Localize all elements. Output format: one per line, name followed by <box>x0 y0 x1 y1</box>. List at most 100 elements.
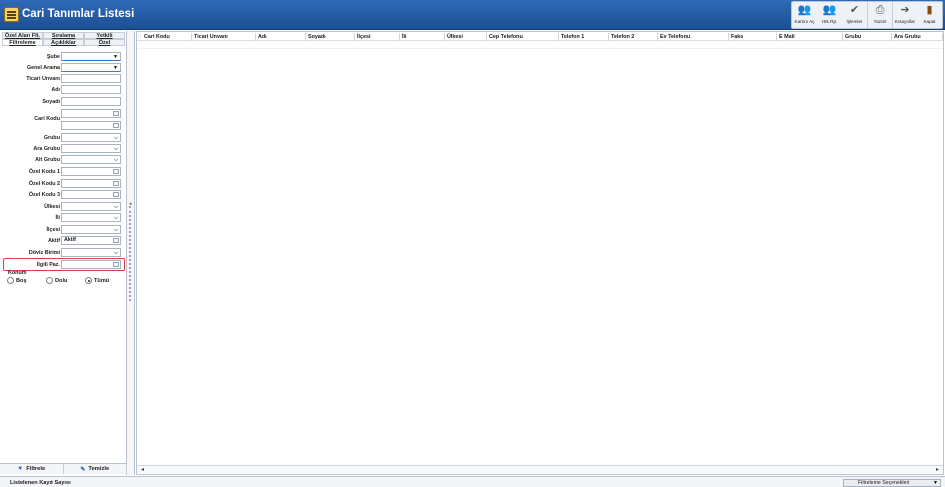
tab-siralama[interactable]: Sıralama <box>43 32 84 39</box>
column-header[interactable]: Faks <box>729 33 777 41</box>
radio-bos[interactable]: Boş <box>7 277 27 284</box>
grid-header: Cari Kodu Ticari Unvanı Adı Soyadı İlçes… <box>137 33 943 41</box>
filter-row-genel-arama: Genel Arama ▼ <box>0 63 127 73</box>
radio-tumu[interactable]: Tümü <box>85 277 109 284</box>
ticari-unvani-input[interactable] <box>61 74 121 83</box>
hrk-rp-label: Hrk.Rp. <box>821 19 838 24</box>
tab-aciklamalar[interactable]: Açıklıklar <box>43 39 84 46</box>
panel-splitter[interactable]: ◂ <box>127 31 135 475</box>
record-count-label: Listelenen Kayıt Sayısı <box>10 480 71 486</box>
tab-filtreleme[interactable]: Filtreleme <box>2 39 43 46</box>
filter-options-dropdown[interactable]: Filtreleme Seçenekleri ▼ <box>843 479 941 487</box>
column-header[interactable]: Adı <box>256 33 306 41</box>
ozel-kodu-3-label: Özel Kodu 3 <box>28 192 60 198</box>
ellipsis-icon[interactable] <box>113 181 119 186</box>
column-header[interactable]: Cep Telefonu <box>487 33 559 41</box>
doviz-birimi-select[interactable]: ⌵ <box>61 248 121 257</box>
cari-kodu-end-input[interactable] <box>61 121 121 130</box>
column-header[interactable]: İli <box>400 33 445 41</box>
funnel-icon: ▼ <box>17 466 24 472</box>
column-header[interactable]: Ülkesi <box>445 33 487 41</box>
ozel-kodu-1-input[interactable] <box>61 167 121 176</box>
hrk-rp-button[interactable]: 👥 Hrk.Rp. <box>817 2 842 28</box>
filter-row-aktif: Aktif Aktif <box>0 236 127 246</box>
grid-filter-row[interactable] <box>137 41 943 49</box>
islemler-button[interactable]: ✔ İşlemler <box>842 2 867 28</box>
filter-panel: Özel Alan Flt. Sıralama Yetkili Filtrele… <box>0 31 127 475</box>
ozel-kodu-2-label: Özel Kodu 2 <box>28 181 60 187</box>
chevron-down-icon: ⌵ <box>114 227 118 233</box>
ozel-kodu-3-input[interactable] <box>61 190 121 199</box>
column-header[interactable]: Telefon 2 <box>609 33 658 41</box>
dropdown-arrow-icon: ▼ <box>113 65 118 71</box>
scroll-left-icon[interactable]: ◂ <box>141 466 144 474</box>
ulkesi-select[interactable]: ⌵ <box>61 202 121 211</box>
ellipsis-icon[interactable] <box>113 192 119 197</box>
column-header[interactable]: Grubu <box>843 33 892 41</box>
column-header[interactable]: E Mail <box>777 33 843 41</box>
kisayollar-label: Kısayollar <box>894 19 916 24</box>
doviz-birimi-label: Döviz Birimi <box>28 250 60 256</box>
column-header[interactable]: Ev Telefonu <box>658 33 729 41</box>
radio-tumu-label: Tümü <box>94 277 110 284</box>
ellipsis-icon[interactable] <box>113 238 119 243</box>
chevron-down-icon: ⌵ <box>114 146 118 152</box>
tab-ozel-alan-flt[interactable]: Özel Alan Flt. <box>2 32 43 39</box>
radio-dolu[interactable]: Dolu <box>46 277 67 284</box>
aktif-select[interactable]: Aktif <box>61 236 121 245</box>
ilgili-paz-label: İlgili Paz. <box>36 262 60 268</box>
dropdown-arrow-icon: ▼ <box>113 54 118 60</box>
filter-row-soyadi: Soyadı <box>0 97 127 107</box>
soyadi-input[interactable] <box>61 97 121 106</box>
filter-row-ilgili-paz: İlgili Paz. <box>0 260 127 270</box>
genel-arama-select[interactable]: ▼ <box>61 63 121 72</box>
adi-input[interactable] <box>61 85 121 94</box>
tab-yetkili[interactable]: Yetkili <box>84 32 125 39</box>
aktif-value: Aktif <box>64 237 76 243</box>
horizontal-scrollbar[interactable]: ◂ ▸ <box>137 465 943 473</box>
grubu-label: Grubu <box>43 135 60 141</box>
ili-select[interactable]: ⌵ <box>61 213 121 222</box>
ilgili-paz-input[interactable] <box>61 260 121 269</box>
temizle-button[interactable]: ✎ Temizle <box>63 464 127 474</box>
ozel-kodu-2-input[interactable] <box>61 179 121 188</box>
door-icon: ▮ <box>926 4 933 16</box>
filter-row-sube: Şube ▼ <box>0 52 127 62</box>
dropdown-arrow-icon: ▼ <box>933 480 938 486</box>
filtrele-button[interactable]: ▼ Filtrele <box>0 464 64 474</box>
ozel-kodu-1-label: Özel Kodu 1 <box>28 169 60 175</box>
ellipsis-icon[interactable] <box>113 169 119 174</box>
ellipsis-icon[interactable] <box>113 123 119 128</box>
column-header[interactable]: Soyadı <box>306 33 355 41</box>
column-header[interactable]: Telefon 1 <box>559 33 609 41</box>
kartini-ac-button[interactable]: 👥 Kartını Aç <box>792 2 817 28</box>
ellipsis-icon[interactable] <box>113 262 119 267</box>
temizle-label: Temizle <box>88 466 110 472</box>
ilcesi-label: İlçesi <box>46 227 61 233</box>
aktif-label: Aktif <box>48 238 60 244</box>
report-icon: 👥 <box>822 4 837 16</box>
ili-label: İli <box>55 215 61 221</box>
column-header[interactable]: İlçesi <box>355 33 400 41</box>
scroll-right-icon[interactable]: ▸ <box>936 466 939 474</box>
grubu-select[interactable]: ⌵ <box>61 133 121 142</box>
tab-row-top: Özel Alan Flt. Sıralama Yetkili <box>2 32 125 39</box>
ilcesi-select[interactable]: ⌵ <box>61 225 121 234</box>
column-header[interactable]: Ticari Unvanı <box>192 33 256 41</box>
yazdir-button[interactable]: ⎙ Yazdır <box>867 2 892 28</box>
column-header[interactable]: Cari Kodu <box>142 33 192 41</box>
alt-grubu-select[interactable]: ⌵ <box>61 155 121 164</box>
adi-label: Adı <box>51 87 60 93</box>
tab-ozel[interactable]: Özel <box>84 39 125 46</box>
sube-select[interactable]: ▼ <box>61 52 121 61</box>
shortcut-icon: ➔ <box>900 4 910 16</box>
ara-grubu-select[interactable]: ⌵ <box>61 144 121 153</box>
checklist-icon: ✔ <box>849 4 860 16</box>
column-header[interactable]: Ara Grubu <box>892 33 943 41</box>
kisayollar-button[interactable]: ➔ Kısayollar <box>892 2 917 28</box>
splitter-grip[interactable] <box>129 206 132 301</box>
kapat-button[interactable]: ▮ Kapat <box>917 2 942 28</box>
filtrele-label: Filtrele <box>26 466 46 472</box>
people-icon: 👥 <box>797 4 812 16</box>
genel-arama-label: Genel Arama <box>26 65 60 71</box>
